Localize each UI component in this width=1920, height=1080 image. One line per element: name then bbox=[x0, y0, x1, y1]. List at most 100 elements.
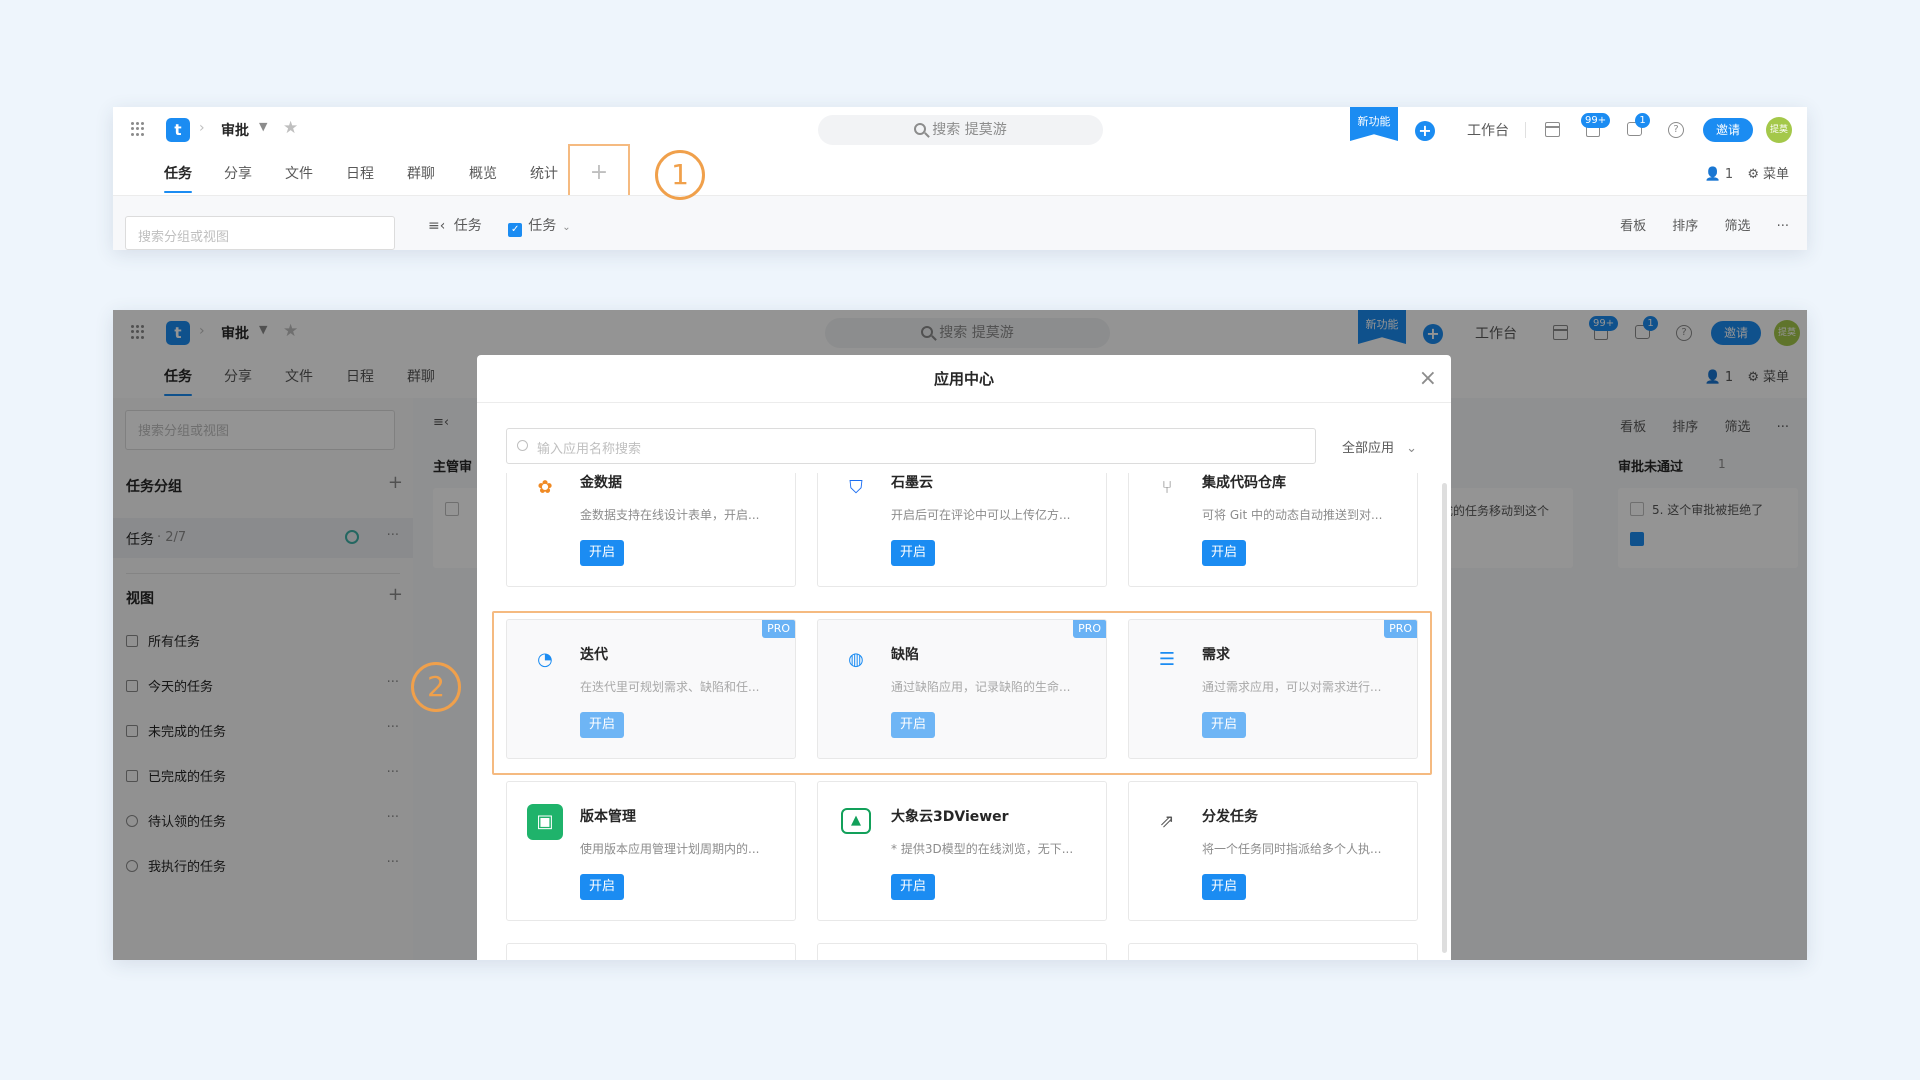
app-desc: 在迭代里可规划需求、缺陷和任... bbox=[580, 680, 760, 694]
iteration-icon: ◔ bbox=[537, 649, 553, 670]
requirement-icon: ☰ bbox=[1158, 649, 1176, 670]
tab-tasks[interactable]: 任务 bbox=[164, 163, 192, 193]
menu-icon[interactable]: ⚙ bbox=[1747, 167, 1759, 182]
workbench-link[interactable]: 工作台 bbox=[1467, 120, 1509, 140]
notification-badge: 99+ bbox=[1581, 113, 1611, 128]
enable-button[interactable]: 开启 bbox=[891, 712, 935, 738]
app-desc: * 提供3D模型的在线浏览，无下... bbox=[891, 842, 1074, 856]
app-center-modal: 应用中心 × 输入应用名称搜索 全部应用 ⌄ ✿ 金数据 金数据支持在线设计表单… bbox=[477, 355, 1451, 960]
app-card[interactable]: ⇗ 分发任务 将一个任务同时指派给多个人执... 开启 bbox=[1128, 781, 1418, 921]
app-category-select[interactable]: 全部应用 ⌄ bbox=[1342, 437, 1417, 456]
kanban-button[interactable]: 看板 bbox=[1620, 219, 1646, 234]
version-icon: ▣ bbox=[527, 804, 563, 840]
chevron-down-icon[interactable]: ⌄ bbox=[562, 222, 570, 233]
filter-button[interactable]: 筛选 bbox=[1724, 219, 1750, 234]
search-icon bbox=[914, 123, 927, 135]
add-tab-button[interactable]: + bbox=[568, 144, 630, 202]
star-icon[interactable]: ★ bbox=[283, 118, 298, 138]
filter-left: ≡‹ 任务 ✓ 任务 ⌄ bbox=[428, 215, 571, 237]
search-icon bbox=[517, 440, 528, 451]
app-desc: 将一个任务同时指派给多个人执... bbox=[1202, 842, 1382, 856]
breadcrumb-task: 任务 bbox=[453, 218, 482, 234]
app-logo[interactable]: t bbox=[166, 118, 190, 142]
task-type-select[interactable]: 任务 bbox=[528, 218, 556, 234]
app-card[interactable]: ⑂ 集成代码仓库 可将 Git 中的动态自动推送到对... 开启 bbox=[1128, 473, 1418, 587]
chevron-down-icon: ⌄ bbox=[1406, 441, 1418, 456]
chevron-right-icon: › bbox=[199, 120, 205, 136]
close-icon[interactable]: × bbox=[1419, 355, 1437, 403]
tab-schedule[interactable]: 日程 bbox=[346, 163, 374, 183]
callout-2: 2 bbox=[411, 662, 461, 712]
category-label: 全部应用 bbox=[1342, 441, 1395, 456]
tab-overview[interactable]: 概览 bbox=[469, 163, 497, 183]
enable-button[interactable]: 开启 bbox=[580, 712, 624, 738]
divider bbox=[1525, 122, 1526, 138]
app-card[interactable]: ▣ 版本管理 使用版本应用管理计划周期内的... 开启 bbox=[506, 781, 796, 921]
enable-button[interactable]: 开启 bbox=[1202, 874, 1246, 900]
app-card[interactable]: ▲ 大象云3DViewer * 提供3D模型的在线浏览，无下... 开启 bbox=[817, 781, 1107, 921]
calendar-icon[interactable] bbox=[1545, 122, 1560, 137]
app-desc: 可将 Git 中的动态自动推送到对... bbox=[1202, 508, 1383, 522]
app-name: 金数据 bbox=[580, 475, 622, 491]
modal-title: 应用中心 bbox=[933, 370, 994, 388]
app-card[interactable]: ☰ 需求 通过需求应用，可以对需求进行... 开启 PRO bbox=[1128, 619, 1418, 759]
checkbox-icon[interactable]: ✓ bbox=[508, 223, 523, 237]
avatar[interactable]: 提莫 bbox=[1766, 117, 1792, 143]
filter-bar: 搜索分组或视图 ≡‹ 任务 ✓ 任务 ⌄ 看板 排序 筛选 ··· bbox=[113, 195, 1807, 250]
bug-icon: ◍ bbox=[848, 649, 864, 670]
enable-button[interactable]: 开启 bbox=[1202, 712, 1246, 738]
create-plus-icon[interactable]: + bbox=[1415, 121, 1435, 141]
app-card[interactable] bbox=[1128, 943, 1418, 960]
tab-files[interactable]: 文件 bbox=[285, 163, 313, 183]
menu-button[interactable]: 菜单 bbox=[1763, 167, 1789, 182]
git-icon: ⑂ bbox=[1161, 477, 1173, 498]
app-name: 石墨云 bbox=[891, 475, 933, 491]
app-card[interactable] bbox=[506, 943, 796, 960]
message-badge: 1 bbox=[1635, 113, 1650, 128]
app-desc: 通过缺陷应用，记录缺陷的生命... bbox=[891, 680, 1071, 694]
scrollbar[interactable] bbox=[1442, 483, 1447, 953]
form-icon: ✿ bbox=[537, 477, 553, 498]
global-search[interactable]: 搜索 提莫游 bbox=[818, 115, 1103, 145]
tab-statistics[interactable]: 统计 bbox=[530, 163, 558, 183]
app-card[interactable]: ✿ 金数据 金数据支持在线设计表单，开启... 开启 bbox=[506, 473, 796, 587]
collapse-icon[interactable]: ≡‹ bbox=[428, 218, 445, 234]
help-icon[interactable]: ? bbox=[1668, 122, 1684, 138]
top-bar: t › 审批 ▼ ★ 搜索 提莫游 新功能 + 工作台 99+ 1 ? 邀请 提… bbox=[113, 107, 1807, 153]
tab-group-chat[interactable]: 群聊 bbox=[407, 163, 435, 183]
caret-down-icon[interactable]: ▼ bbox=[259, 120, 267, 133]
enable-button[interactable]: 开启 bbox=[1202, 540, 1246, 566]
tab-bar: 任务 分享 文件 日程 群聊 概览 统计 👤 1 ⚙ 菜单 bbox=[113, 153, 1807, 193]
app-card[interactable]: ⛉ 石墨云 开启后可在评论中可以上传亿方... 开启 bbox=[817, 473, 1107, 587]
app-desc: 金数据支持在线设计表单，开启... bbox=[580, 508, 760, 522]
enable-button[interactable]: 开启 bbox=[580, 874, 624, 900]
group-search-input[interactable]: 搜索分组或视图 bbox=[125, 216, 395, 250]
member-count[interactable]: 1 bbox=[1725, 167, 1733, 182]
invite-button[interactable]: 邀请 bbox=[1703, 118, 1753, 142]
tab-share[interactable]: 分享 bbox=[224, 163, 252, 183]
apps-grid-icon[interactable] bbox=[131, 122, 145, 136]
app-desc: 开启后可在评论中可以上传亿方... bbox=[891, 508, 1071, 522]
app-name: 集成代码仓库 bbox=[1202, 475, 1286, 491]
new-feature-ribbon[interactable]: 新功能 bbox=[1350, 107, 1398, 141]
project-name[interactable]: 审批 bbox=[221, 120, 249, 140]
enable-button[interactable]: 开启 bbox=[580, 540, 624, 566]
search-placeholder: 输入应用名称搜索 bbox=[537, 442, 642, 457]
pro-badge: PRO bbox=[1384, 620, 1417, 638]
app-card[interactable]: ◍ 缺陷 通过缺陷应用，记录缺陷的生命... 开启 PRO bbox=[817, 619, 1107, 759]
enable-button[interactable]: 开启 bbox=[891, 874, 935, 900]
3d-viewer-icon: ▲ bbox=[841, 808, 871, 834]
pro-badge: PRO bbox=[1073, 620, 1106, 638]
enable-button[interactable]: 开启 bbox=[891, 540, 935, 566]
callout-1: 1 bbox=[655, 150, 705, 200]
app-name: 大象云3DViewer bbox=[891, 809, 1009, 825]
app-card[interactable]: ◔ 迭代 在迭代里可规划需求、缺陷和任... 开启 PRO bbox=[506, 619, 796, 759]
members-icon[interactable]: 👤 bbox=[1705, 167, 1721, 182]
app-search-input[interactable]: 输入应用名称搜索 bbox=[506, 428, 1316, 464]
app-card[interactable] bbox=[817, 943, 1107, 960]
more-icon[interactable]: ··· bbox=[1777, 219, 1789, 234]
app-name: 缺陷 bbox=[891, 647, 919, 663]
sort-button[interactable]: 排序 bbox=[1672, 219, 1698, 234]
app-desc: 通过需求应用，可以对需求进行... bbox=[1202, 680, 1382, 694]
app-name: 版本管理 bbox=[580, 809, 636, 825]
